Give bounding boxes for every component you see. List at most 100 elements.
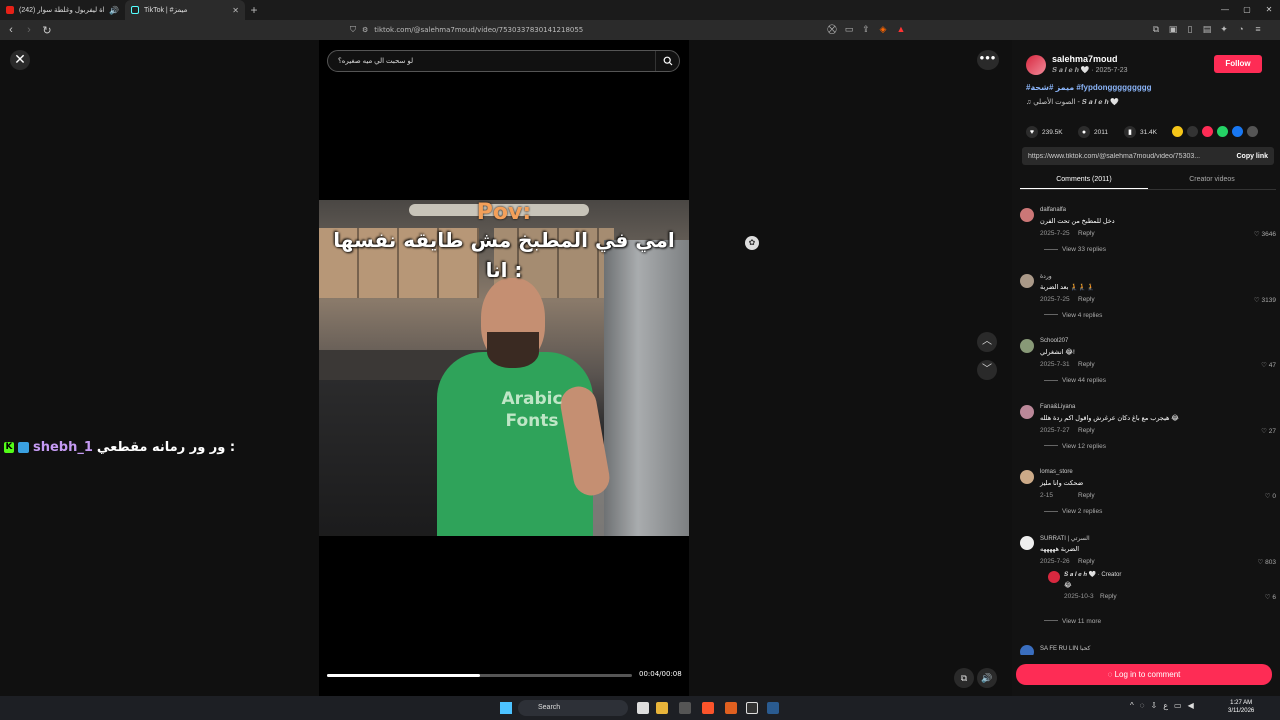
forward-icon[interactable]: › (22, 24, 36, 36)
sidebar-icon[interactable]: ▯ (1184, 23, 1196, 35)
search-icon[interactable] (655, 51, 679, 71)
video-link[interactable]: https://www.tiktok.com/@salehma7moud/vid… (1028, 153, 1236, 160)
creator-name[interactable]: 𝑺 𝒂 𝒍 𝒆 𝒉 🤍 · Creator (1064, 571, 1121, 579)
vpn-icon[interactable]: ◔ (1235, 23, 1247, 35)
cast-icon[interactable]: ▭ (843, 23, 855, 35)
reply-button[interactable]: Reply (1100, 593, 1117, 600)
close-tab-icon[interactable]: ✕ (232, 6, 239, 15)
comment-user[interactable]: SURRATI | السرتي (1040, 535, 1090, 542)
comment-avatar[interactable] (1020, 470, 1034, 484)
search-input[interactable]: لو سحبت الي ميه صغيره؟ (338, 57, 655, 65)
heart-icon[interactable]: ♥ (1026, 126, 1038, 138)
comment-user[interactable]: lomas_store (1040, 469, 1073, 475)
repost-icon[interactable] (1202, 126, 1213, 137)
comment-avatar[interactable] (1020, 339, 1034, 353)
follow-button[interactable]: Follow (1214, 55, 1262, 73)
reply-button[interactable]: Reply (1078, 427, 1095, 434)
tab-tiktok[interactable]: TikTok | #ميمز ✕ (125, 0, 245, 20)
rewards-icon[interactable]: ▲ (895, 23, 907, 35)
reply-button[interactable]: Reply (1078, 230, 1095, 237)
wallet-icon[interactable]: ▣ (1167, 23, 1179, 35)
close-window-icon[interactable]: ✕ (1258, 0, 1280, 20)
bookmark-icon[interactable]: ▮ (1124, 126, 1136, 138)
tab-comments[interactable]: Comments (2011) (1020, 172, 1148, 189)
bookmark-icon[interactable]: ⛉ (350, 25, 356, 35)
tray-app-icon[interactable]: ⇩ (1151, 701, 1158, 710)
tab-creator-videos[interactable]: Creator videos (1148, 172, 1276, 189)
chevron-up-icon[interactable]: ^ (1130, 701, 1134, 710)
comment-likes[interactable]: ♡ 3139 (1254, 296, 1276, 304)
comment-user[interactable]: dalfanalfa (1040, 207, 1066, 213)
reply-button[interactable]: Reply (1078, 361, 1095, 368)
creator-avatar[interactable] (1048, 570, 1060, 583)
view-replies-button[interactable]: View 12 replies (1044, 443, 1106, 450)
steam-icon[interactable] (767, 702, 779, 714)
taskbar-search[interactable]: Search (518, 700, 628, 716)
settings-icon[interactable] (746, 702, 758, 714)
author-name[interactable]: salehma7moud (1052, 54, 1128, 64)
facebook-icon[interactable] (1232, 126, 1243, 137)
new-tab-button[interactable]: + (245, 3, 263, 17)
reply-likes[interactable]: ♡ 6 (1265, 593, 1276, 601)
volume-icon[interactable]: ◀ (1188, 701, 1194, 710)
comment-likes[interactable]: ♡ 0 (1265, 492, 1276, 500)
comment-likes[interactable]: ♡ 27 (1261, 427, 1276, 435)
comment-avatar[interactable] (1020, 644, 1034, 655)
coin-icon[interactable] (1172, 126, 1183, 137)
sound-label[interactable]: ♫ الصوت الأصلي - 𝑺 𝒂 𝒍 𝒆 𝒉 🤍 (1026, 98, 1119, 107)
comment-user[interactable]: SA FE RU LIN كحبا (1040, 645, 1090, 652)
brave-icon[interactable] (702, 702, 714, 714)
app-icon[interactable] (725, 702, 737, 714)
calculator-icon[interactable] (679, 702, 691, 714)
whatsapp-icon[interactable] (1217, 126, 1228, 137)
site-info-icon[interactable]: ⚙ (362, 26, 368, 34)
comment-icon[interactable]: ● (1078, 126, 1090, 138)
comment-avatar[interactable] (1020, 273, 1034, 288)
mute-icon[interactable]: ⛒ (826, 23, 838, 35)
tab-youtube[interactable]: (242) ملخص مباراة ليفربول وغلطة سوار 🔊 (0, 0, 125, 20)
menu-icon[interactable]: ≡ (1252, 23, 1264, 35)
close-video-button[interactable]: ✕ (10, 50, 30, 70)
extensions-icon[interactable]: ⧉ (1150, 23, 1162, 35)
video-player[interactable]: لو سحبت الي ميه صغيره؟ Arabic Fonts Pov:… (319, 40, 689, 696)
comment-likes[interactable]: ♡ 47 (1261, 361, 1276, 369)
view-replies-button[interactable]: View 4 replies (1044, 312, 1102, 319)
view-more-button[interactable]: View 11 more (1044, 618, 1101, 625)
file-explorer-icon[interactable] (656, 702, 668, 714)
comment-likes[interactable]: ♡ 3646 (1254, 230, 1276, 238)
comment-avatar[interactable] (1020, 404, 1034, 419)
reload-icon[interactable]: ↻ (40, 24, 54, 37)
embed-icon[interactable] (1187, 126, 1198, 137)
comment-user[interactable]: Fana&Liyana (1040, 404, 1075, 410)
network-icon[interactable]: ▭ (1174, 701, 1182, 710)
search-bar[interactable]: لو سحبت الي ميه صغيره؟ (327, 50, 680, 72)
windows-start-icon[interactable] (500, 702, 512, 714)
task-view-icon[interactable] (637, 702, 649, 714)
back-icon[interactable]: ‹ (4, 24, 18, 36)
reply-button[interactable]: Reply (1078, 492, 1095, 499)
maximize-icon[interactable]: ▢ (1236, 0, 1258, 20)
comment-user[interactable]: وردة (1040, 273, 1052, 280)
minimize-icon[interactable]: — (1214, 0, 1236, 20)
author-info[interactable]: salehma7moud 𝑺 𝒂 𝒍 𝒆 𝒉 🤍 · 2025-7-23 (1026, 54, 1128, 75)
avatar[interactable] (1026, 54, 1046, 75)
reply-button[interactable]: Reply (1078, 296, 1095, 303)
hashtags[interactable]: #ميمز #شحة #fypdonggggggggg (1026, 83, 1151, 92)
video-progress-bar[interactable] (327, 674, 632, 677)
share-arrow-icon[interactable] (1247, 126, 1258, 137)
view-replies-button[interactable]: View 44 replies (1044, 377, 1106, 384)
login-to-comment-button[interactable]: ◌ Log in to comment (1016, 664, 1272, 685)
system-clock[interactable]: 1:27 AM 3/11/2026 (1228, 699, 1254, 715)
comment-avatar[interactable] (1020, 535, 1034, 550)
keyboard-icon[interactable]: ع (1163, 701, 1168, 710)
tabs-icon[interactable]: ▤ (1201, 23, 1213, 35)
view-replies-button[interactable]: View 33 replies (1044, 246, 1106, 253)
video-frame[interactable]: Arabic Fonts Pov: امي في المطبخ مش طايقه… (319, 200, 689, 536)
volume-icon[interactable]: 🔊 (977, 668, 997, 688)
more-options-button[interactable]: ••• (977, 50, 999, 70)
view-replies-button[interactable]: View 2 replies (1044, 508, 1102, 515)
pip-icon[interactable]: ⧉ (954, 668, 974, 688)
leo-icon[interactable]: ✦ (1218, 23, 1230, 35)
share-icon[interactable]: ⇪ (860, 23, 872, 35)
brave-shield-icon[interactable]: ◈ (877, 23, 889, 35)
